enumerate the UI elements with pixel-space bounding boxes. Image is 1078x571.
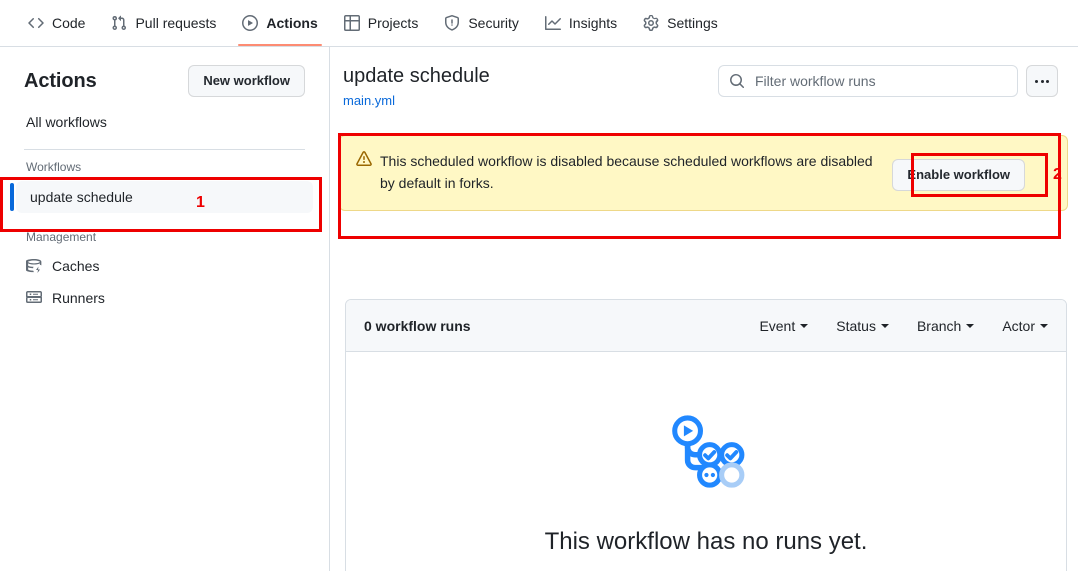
nav-tab-settings[interactable]: Settings [631, 0, 730, 46]
filter-branch[interactable]: Branch [917, 318, 974, 334]
workflow-graph-icon [660, 406, 752, 498]
nav-tab-code[interactable]: Code [16, 0, 97, 46]
workflow-header-actions [718, 65, 1058, 97]
workflow-runs-filters: Event Status Branch Actor [759, 318, 1048, 334]
sidebar-workflow-label: update schedule [30, 189, 133, 205]
workflow-disabled-banner-zone: This scheduled workflow is disabled beca… [339, 135, 1068, 211]
chevron-down-icon [966, 324, 974, 328]
sidebar-item-runners[interactable]: Runners [16, 282, 313, 314]
github-actions-page: Code Pull requests Actions Projects [0, 0, 1078, 571]
workflow-header: update schedule main.yml [331, 47, 1078, 108]
alert-triangle-icon [356, 151, 372, 167]
workflow-file-link[interactable]: main.yml [343, 93, 490, 108]
kebab-dot [1041, 80, 1044, 83]
workflow-runs-count: 0 workflow runs [364, 318, 471, 334]
sidebar-section-management-label: Management [16, 230, 313, 250]
repo-nav-list: Code Pull requests Actions Projects [0, 0, 1078, 46]
sidebar-item-caches[interactable]: Caches [16, 250, 313, 282]
annotation-number-1: 1 [196, 194, 205, 212]
repo-nav-bar: Code Pull requests Actions Projects [0, 0, 1078, 47]
page-body: Actions New workflow All workflows Workf… [0, 47, 1078, 571]
chevron-down-icon [1040, 324, 1048, 328]
sidebar-item-caches-label: Caches [52, 258, 99, 274]
graph-icon [545, 15, 561, 31]
filter-event[interactable]: Event [759, 318, 808, 334]
nav-tab-projects[interactable]: Projects [332, 0, 431, 46]
sidebar-section-workflows-label: Workflows [16, 160, 313, 180]
enable-workflow-button[interactable]: Enable workflow [892, 159, 1025, 191]
nav-tab-security-label: Security [468, 16, 519, 30]
nav-tab-security[interactable]: Security [432, 0, 531, 46]
nav-tab-actions-label: Actions [266, 16, 317, 30]
filter-branch-label: Branch [917, 318, 961, 334]
nav-tab-actions[interactable]: Actions [230, 0, 329, 46]
chevron-down-icon [800, 324, 808, 328]
more-options-button[interactable] [1026, 65, 1058, 97]
sidebar-header: Actions New workflow [16, 47, 313, 107]
sidebar-title: Actions [24, 70, 97, 93]
search-input[interactable] [753, 72, 1007, 90]
workflow-runs-panel: 0 workflow runs Event Status Branch [345, 299, 1067, 571]
nav-tab-projects-label: Projects [368, 16, 419, 30]
sidebar-workflow-update-schedule[interactable]: update schedule [16, 181, 313, 213]
nav-tab-insights-label: Insights [569, 16, 617, 30]
shield-icon [444, 15, 460, 31]
search-icon [729, 73, 745, 89]
database-bolt-icon [26, 258, 42, 274]
workflow-main-panel: update schedule main.yml [331, 47, 1078, 571]
sidebar-item-runners-label: Runners [52, 290, 105, 306]
kebab-dot [1035, 80, 1038, 83]
play-circle-icon [242, 15, 258, 31]
filter-status-label: Status [836, 318, 876, 334]
nav-tab-pull-requests[interactable]: Pull requests [99, 0, 228, 46]
annotation-number-2: 2 [1053, 166, 1062, 184]
server-icon [26, 290, 42, 306]
filter-event-label: Event [759, 318, 795, 334]
table-icon [344, 15, 360, 31]
git-pull-request-icon [111, 15, 127, 31]
nav-tab-insights[interactable]: Insights [533, 0, 629, 46]
kebab-dot [1046, 80, 1049, 83]
gear-icon [643, 15, 659, 31]
actions-sidebar: Actions New workflow All workflows Workf… [0, 47, 330, 571]
filter-status[interactable]: Status [836, 318, 889, 334]
filter-actor[interactable]: Actor [1002, 318, 1048, 334]
sidebar-item-all-workflows[interactable]: All workflows [16, 107, 313, 137]
code-icon [28, 15, 44, 31]
workflow-disabled-banner-text: This scheduled workflow is disabled beca… [380, 150, 885, 194]
filter-workflow-runs-box[interactable] [718, 65, 1018, 97]
nav-tab-pull-requests-label: Pull requests [135, 16, 216, 30]
sidebar-divider [24, 149, 305, 150]
nav-tab-settings-label: Settings [667, 16, 718, 30]
filter-actor-label: Actor [1002, 318, 1035, 334]
workflow-runs-empty-title: This workflow has no runs yet. [545, 528, 868, 556]
workflow-disabled-banner: This scheduled workflow is disabled beca… [339, 135, 1068, 211]
workflow-runs-empty-state: This workflow has no runs yet. [346, 352, 1066, 556]
sidebar-workflow-list: update schedule [16, 180, 313, 214]
nav-tab-code-label: Code [52, 16, 85, 30]
new-workflow-button[interactable]: New workflow [188, 65, 305, 97]
chevron-down-icon [881, 324, 889, 328]
workflow-title-block: update schedule main.yml [343, 63, 490, 108]
workflow-runs-toolbar: 0 workflow runs Event Status Branch [346, 300, 1066, 352]
page-title: update schedule [343, 63, 490, 89]
